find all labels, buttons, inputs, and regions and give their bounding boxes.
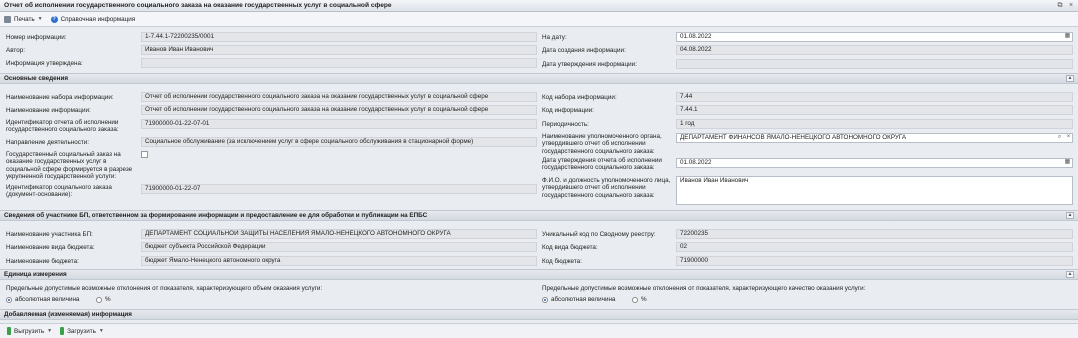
print-button[interactable]: Печать ▼	[4, 15, 43, 23]
chevron-down-icon: ▼	[37, 16, 43, 22]
official-label: Ф.И.О. и должность уполномоченного лица,…	[542, 177, 671, 199]
section-added-title: Добавляемая (изменяемая) информация	[4, 311, 132, 318]
report-date-label: Дата утверждения отчета об исполнении го…	[542, 157, 662, 172]
enlarged-checkbox[interactable]	[141, 151, 148, 158]
quality-percent-radio[interactable]	[632, 297, 638, 303]
import-icon	[60, 327, 65, 335]
collapse-icon[interactable]: ▲	[1066, 75, 1074, 82]
info-name-label: Наименование информации:	[6, 107, 91, 114]
participant-code-field[interactable]: 72200235	[676, 229, 1073, 239]
order-id-label: Идентификатор социального заказа (докуме…	[6, 184, 112, 199]
set-code-field[interactable]: 7.44	[676, 92, 1073, 102]
chevron-down-icon: ▼	[47, 328, 53, 334]
set-code-label: Код набора информации:	[542, 94, 617, 101]
help-icon: ?	[50, 15, 58, 23]
order-id-field[interactable]: 71900000-01-22-07	[141, 184, 537, 194]
export-label: Выгрузить	[14, 327, 45, 335]
info-code-label: Код информации:	[542, 107, 594, 114]
volume-absolute-radio[interactable]	[6, 297, 12, 303]
collapse-icon[interactable]: ▲	[1066, 212, 1074, 219]
participant-name-field[interactable]: ДЕПАРТАМЕНТ СОЦИАЛЬНОЙ ЗАЩИТЫ НАСЕЛЕНИЯ …	[141, 229, 537, 239]
help-label: Справочная информация	[60, 15, 136, 23]
search-icon[interactable]: ⌕	[1056, 134, 1063, 141]
info-number-label: Номер информации:	[6, 34, 67, 41]
collapse-icon[interactable]: ▲	[1066, 271, 1074, 278]
info-number-field[interactable]: 1-7.44.1-72200235/0001	[141, 32, 537, 42]
periodicity-label: Периодичность:	[542, 121, 589, 128]
print-label: Печать	[14, 15, 35, 23]
created-field[interactable]: 04.08.2022	[676, 45, 1073, 55]
approved-date-field[interactable]	[676, 59, 1073, 69]
chevron-down-icon: ▼	[98, 328, 104, 334]
import-button[interactable]: Загрузить ▼	[60, 327, 104, 335]
quality-percent-label: %	[641, 296, 647, 303]
window-titlebar: Отчет об исполнении государственного соц…	[0, 0, 1078, 12]
approved-label: Информация утверждена:	[6, 60, 83, 67]
volume-percent-label: %	[105, 296, 111, 303]
report-id-field[interactable]: 71900000-01-22-07-01	[141, 119, 537, 129]
budget-code-field[interactable]: 71900000	[676, 256, 1073, 266]
authority-label: Наименование уполномоченного органа, утв…	[542, 133, 662, 155]
official-field[interactable]: Иванов Иван Иванович	[676, 176, 1073, 205]
clear-icon[interactable]: ×	[1065, 134, 1072, 141]
calendar-icon[interactable]: ▦	[1064, 159, 1071, 166]
quality-deviation-label: Предельные допустимые возможные отклонен…	[542, 285, 866, 292]
calendar-icon[interactable]: ▦	[1064, 33, 1071, 40]
volume-absolute-label: абсолютная величина	[15, 296, 80, 303]
budget-type-label: Наименование вида бюджета:	[6, 244, 95, 251]
export-icon	[7, 327, 11, 335]
participant-code-label: Уникальный код по Сводному реестру:	[542, 231, 656, 238]
bottom-toolbar: Выгрузить ▼ Загрузить ▼	[0, 323, 1078, 338]
info-name-field[interactable]: Отчет об исполнении государственного соц…	[141, 105, 537, 115]
quality-absolute-label: абсолютная величина	[551, 296, 616, 303]
author-field[interactable]: Иванов Иван Иванович	[141, 45, 537, 55]
report-date-field[interactable]: 01.08.2022	[676, 158, 1073, 168]
created-label: Дата создания информации:	[542, 47, 626, 54]
set-name-label: Наименование набора информации:	[6, 94, 114, 101]
date-field[interactable]: 01.08.2022	[676, 32, 1073, 42]
quality-absolute-radio[interactable]	[542, 297, 548, 303]
direction-field[interactable]: Социальное обслуживание (за исключением …	[141, 137, 537, 147]
section-added[interactable]: Добавляемая (изменяемая) информация	[0, 309, 1078, 320]
section-units-title: Единица измерения	[4, 271, 67, 278]
section-main-title: Основные сведения	[4, 75, 68, 82]
window-title: Отчет об исполнении государственного соц…	[4, 2, 392, 9]
restore-icon[interactable]: ⧉	[1056, 2, 1064, 10]
budget-type-code-label: Код вида бюджета:	[542, 244, 598, 251]
report-id-label: Идентификатор отчета об исполнении госуд…	[6, 119, 119, 134]
direction-label: Направление деятельности:	[6, 139, 90, 146]
budget-label: Наименование бюджета:	[6, 258, 79, 265]
close-icon[interactable]: ×	[1067, 2, 1075, 10]
volume-percent-radio[interactable]	[96, 297, 102, 303]
export-button[interactable]: Выгрузить ▼	[7, 327, 52, 335]
info-code-field[interactable]: 7.44.1	[676, 105, 1073, 115]
toolbar: Печать ▼ ? Справочная информация	[0, 12, 1078, 27]
author-label: Автор:	[6, 47, 25, 54]
section-participant[interactable]: Сведения об участнике БП, ответственном …	[0, 210, 1078, 221]
approved-field[interactable]	[141, 58, 537, 68]
date-label: На дату:	[542, 34, 567, 41]
section-main[interactable]: Основные сведения ▲	[0, 73, 1078, 84]
import-label: Загрузить	[67, 327, 96, 335]
periodicity-field[interactable]: 1 год	[676, 119, 1073, 129]
volume-deviation-label: Предельные допустимые возможные отклонен…	[6, 285, 323, 292]
budget-type-field[interactable]: бюджет субъекта Российской Федерации	[141, 242, 537, 252]
enlarged-label: Государственный социальный заказ на оказ…	[6, 151, 133, 181]
approved-date-label: Дата утверждения информации:	[542, 61, 637, 68]
set-name-field[interactable]: Отчет об исполнении государственного соц…	[141, 92, 537, 102]
help-button[interactable]: ? Справочная информация	[50, 15, 136, 23]
section-units[interactable]: Единица измерения ▲	[0, 269, 1078, 280]
authority-field[interactable]: ДЕПАРТАМЕНТ ФИНАНСОВ ЯМАЛО-НЕНЕЦКОГО АВТ…	[676, 133, 1073, 143]
budget-code-label: Код бюджета:	[542, 258, 582, 265]
participant-name-label: Наименование участника БП:	[6, 231, 93, 238]
budget-field[interactable]: бюджет Ямало-Ненецкого автономного округ…	[141, 256, 537, 266]
section-participant-title: Сведения об участнике БП, ответственном …	[4, 212, 428, 219]
budget-type-code-field[interactable]: 02	[676, 242, 1073, 252]
printer-icon	[4, 15, 11, 23]
